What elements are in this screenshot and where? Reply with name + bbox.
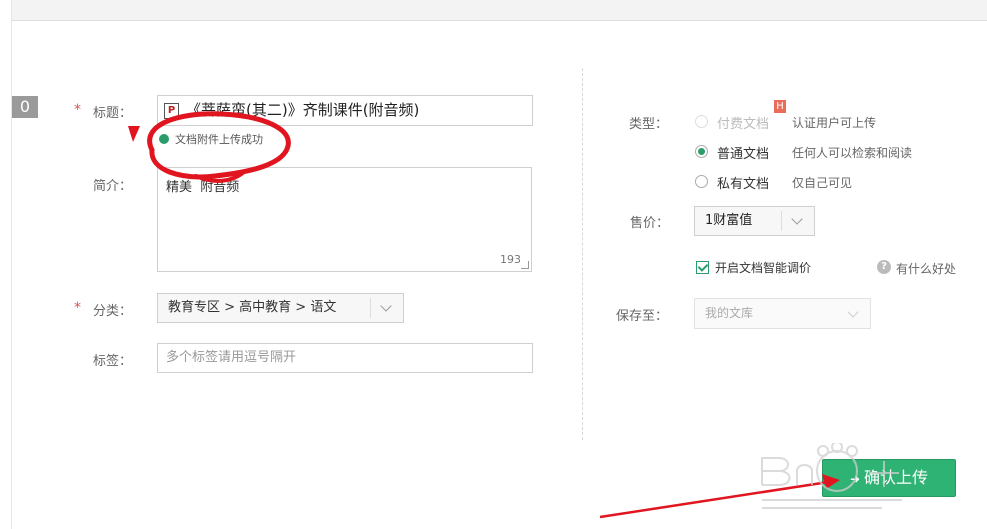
annotation-pointer-triangle xyxy=(128,126,140,142)
annotation-overlay xyxy=(128,111,840,519)
annotation-circle xyxy=(147,111,291,180)
annotation-arrow-head xyxy=(822,474,840,489)
annotation-arrow-line xyxy=(599,479,836,519)
